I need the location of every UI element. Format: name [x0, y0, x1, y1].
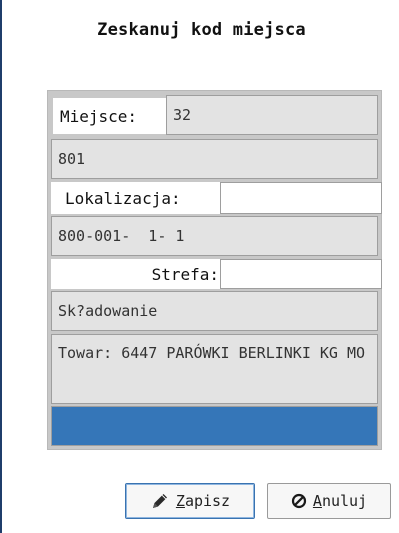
scan-location-dialog: Zeskanuj kod miejsca Miejsce: 32 801 Lok…: [0, 0, 399, 533]
cancel-button-label: Anuluj: [312, 492, 368, 510]
pencil-icon: [150, 491, 170, 511]
form-panel: Miejsce: 32 801 Lokalizacja: 800-001- 1-…: [47, 90, 382, 450]
strefa-label: Strefa:: [51, 259, 221, 289]
product-field[interactable]: Towar: 6447 PARÓWKI BERLINKI KG MO: [51, 334, 378, 404]
lokalizacja-label: Lokalizacja:: [51, 182, 221, 214]
strefa-input[interactable]: [220, 259, 382, 289]
location-field[interactable]: 800-001- 1- 1: [51, 216, 378, 256]
cancel-button[interactable]: Anuluj: [267, 483, 391, 519]
cancel-circle-icon: [291, 493, 307, 509]
save-button-label: Zapisz: [175, 492, 231, 510]
miejsce-label: Miejsce:: [53, 98, 166, 134]
dialog-title: Zeskanuj kod miejsca: [97, 20, 306, 40]
place-code-field[interactable]: 801: [51, 139, 378, 179]
miejsce-field[interactable]: 32: [166, 95, 378, 135]
lokalizacja-input[interactable]: [220, 182, 382, 214]
status-bar: [51, 406, 378, 446]
save-button[interactable]: Zapisz: [125, 483, 255, 519]
zone-field[interactable]: Sk?adowanie: [51, 291, 378, 331]
